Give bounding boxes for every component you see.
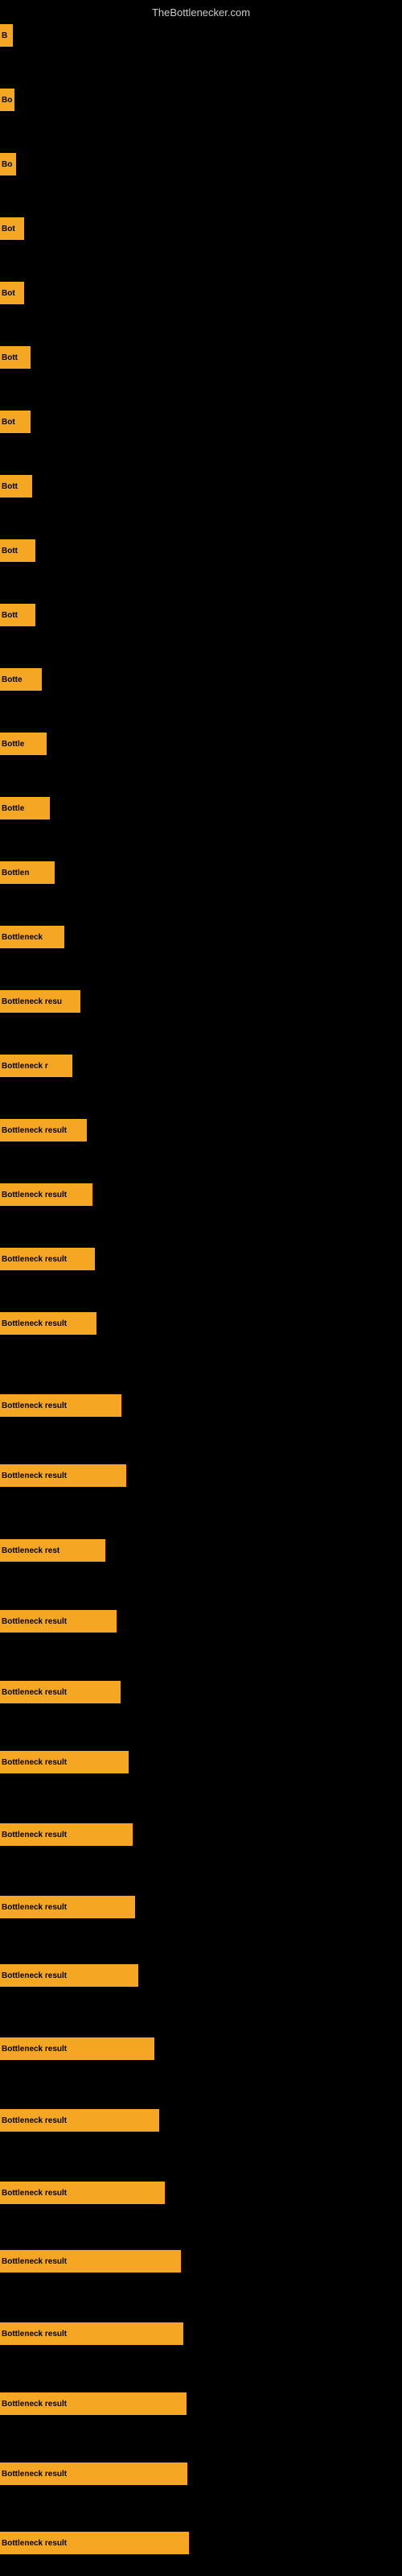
bar-label: Bottleneck result [2, 1402, 67, 1410]
bar-label: Bottleneck result [2, 1126, 67, 1135]
bar-item: Bottleneck r [0, 1055, 72, 1077]
bar-item: Bott [0, 539, 35, 562]
bar-label: Bottlen [2, 869, 29, 877]
bar-item: Bott [0, 475, 32, 497]
bar-item: Bottleneck result [0, 1394, 121, 1417]
bar-label: Bottleneck [2, 933, 43, 942]
bar-label: Bottleneck result [2, 1472, 67, 1480]
bar-item: Bottleneck result [0, 1681, 121, 1703]
bar-item: Botte [0, 668, 42, 691]
bar-label: Bott [2, 353, 18, 362]
bar-label: Bottleneck resu [2, 997, 62, 1006]
bar-label: Bottleneck r [2, 1062, 48, 1071]
bar-label: Bottleneck result [2, 2189, 67, 2198]
bar-label: Bottle [2, 804, 24, 813]
bar-item: Bottleneck result [0, 2250, 181, 2273]
bar-label: Bo [2, 96, 12, 105]
bar-label: Bot [2, 289, 15, 298]
bar-label: Bott [2, 611, 18, 620]
bar-label: Bottleneck result [2, 2400, 67, 2409]
bar-label: Bottleneck result [2, 1191, 67, 1199]
bar-label: Bottleneck result [2, 1971, 67, 1980]
bar-item: Bott [0, 346, 31, 369]
bar-label: Bo [2, 160, 12, 169]
site-title: TheBottlenecker.com [152, 6, 250, 19]
bar-item: Bottleneck result [0, 2037, 154, 2060]
bar-item: Bottleneck result [0, 2462, 187, 2485]
bar-label: Bottleneck result [2, 2257, 67, 2266]
bar-item: Bottleneck resu [0, 990, 80, 1013]
bar-label: Bottleneck result [2, 2330, 67, 2339]
bar-item: Bottleneck result [0, 1964, 138, 1987]
bar-label: Bottleneck result [2, 1617, 67, 1626]
bar-item: Bottleneck result [0, 2109, 159, 2132]
bar-label: Bottleneck result [2, 2539, 67, 2548]
bar-item: Bottlen [0, 861, 55, 884]
bar-label: Bottleneck result [2, 1758, 67, 1767]
bar-label: Bottleneck result [2, 2045, 67, 2054]
bar-label: Bottleneck result [2, 1688, 67, 1697]
bar-label: Bottleneck result [2, 1903, 67, 1912]
bar-item: Bottleneck result [0, 2322, 183, 2345]
bar-label: Bott [2, 482, 18, 491]
bar-item: Bottleneck rest [0, 1539, 105, 1562]
bar-item: Bot [0, 282, 24, 304]
bar-item: Bottleneck result [0, 1312, 96, 1335]
bar-item: Bott [0, 604, 35, 626]
bar-item: Bottleneck result [0, 2182, 165, 2204]
bar-label: Botte [2, 675, 23, 684]
bar-item: Bottleneck [0, 926, 64, 948]
bar-item: Bottleneck result [0, 2532, 189, 2554]
bar-item: Bottle [0, 797, 50, 819]
bar-item: Bottleneck result [0, 1464, 126, 1487]
bar-label: Bottle [2, 740, 24, 749]
bar-item: Bottleneck result [0, 1248, 95, 1270]
bar-label: Bottleneck result [2, 1831, 67, 1839]
bar-item: Bottleneck result [0, 1896, 135, 1918]
bar-label: Bottleneck result [2, 2470, 67, 2479]
bar-item: Bottleneck result [0, 1610, 117, 1633]
bar-item: Bottle [0, 733, 47, 755]
bar-label: Bottleneck result [2, 1319, 67, 1328]
bar-label: Bot [2, 225, 15, 233]
bar-label: Bottleneck result [2, 1255, 67, 1264]
bar-item: Bottleneck result [0, 1823, 133, 1846]
bar-item: Bottleneck result [0, 1751, 129, 1773]
bar-label: Bott [2, 547, 18, 555]
bar-item: B [0, 24, 13, 47]
bar-item: Bottleneck result [0, 1119, 87, 1141]
bar-item: Bot [0, 217, 24, 240]
bar-item: Bo [0, 153, 16, 175]
bar-item: Bottleneck result [0, 2392, 187, 2415]
bar-label: Bottleneck result [2, 2116, 67, 2125]
bar-item: Bottleneck result [0, 1183, 92, 1206]
bar-item: Bo [0, 89, 14, 111]
bar-item: Bot [0, 411, 31, 433]
bar-label: Bottleneck rest [2, 1546, 59, 1555]
bar-label: B [2, 31, 7, 40]
bar-label: Bot [2, 418, 15, 427]
